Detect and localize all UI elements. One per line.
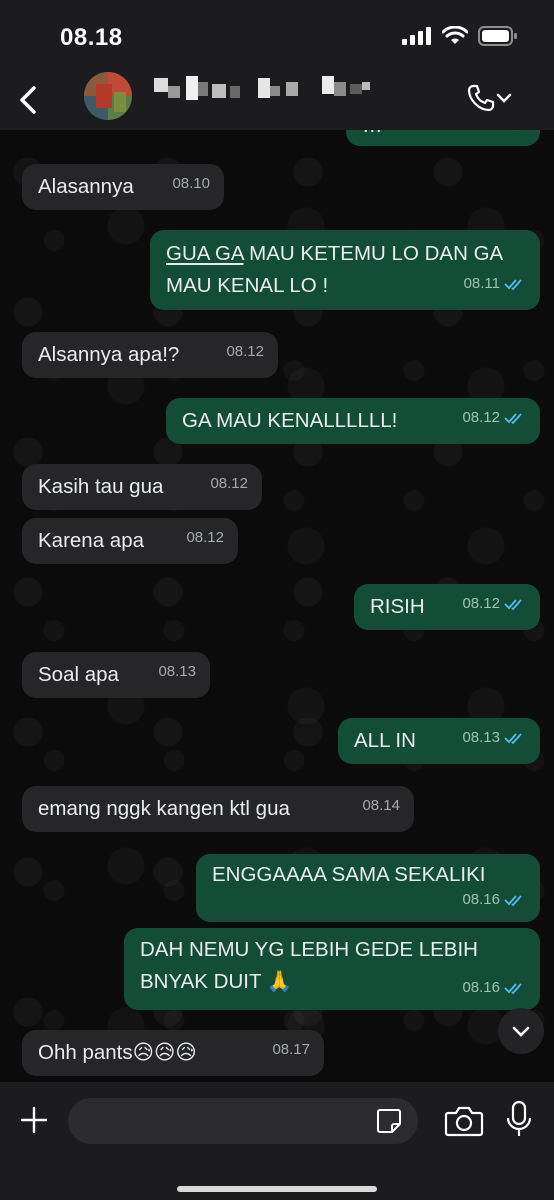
message-time: 08.12 (462, 595, 500, 612)
wifi-icon (442, 26, 468, 44)
message-bubble-incoming[interactable]: Alsannya apa!? 08.12 (22, 332, 278, 378)
sticker-button[interactable] (374, 1106, 404, 1136)
back-button[interactable] (10, 80, 46, 120)
read-receipt-icon (504, 599, 522, 611)
plus-icon (20, 1106, 48, 1134)
message-text: Ohh pants😥😥😥 (38, 1041, 197, 1064)
message-time: 08.13 (462, 729, 500, 746)
pixelated-name (154, 76, 370, 100)
message-bubble-incoming[interactable]: Alasannya 08.10 (22, 164, 224, 210)
message-time: 08.13 (158, 663, 196, 680)
message-meta: 08.17 (272, 1034, 310, 1066)
scroll-to-bottom-button[interactable] (498, 1008, 544, 1054)
status-time: 08.18 (60, 24, 123, 51)
message-time: 08.10 (172, 175, 210, 192)
message-meta: 08.12 (210, 468, 248, 500)
message-text: Alasannya (38, 175, 134, 198)
message-bubble-incoming[interactable]: Ohh pants😥😥😥 08.17 (22, 1030, 324, 1076)
message-text: ENGGAAAA SAMA SEKALIKI (212, 863, 486, 886)
read-receipt-icon (504, 413, 522, 425)
message-meta: 08.16 (462, 972, 526, 1004)
contact-avatar[interactable] (84, 72, 132, 120)
message-meta: 08.11 (464, 268, 526, 300)
message-time: 08.12 (210, 475, 248, 492)
avatar-image (84, 72, 132, 120)
message-time: 08.14 (362, 797, 400, 814)
message-bubble-incoming[interactable]: Karena apa 08.12 (22, 518, 238, 564)
message-bubble-outgoing[interactable]: … 08.10 (346, 130, 540, 146)
message-text: Alsannya apa!? (38, 343, 180, 366)
message-time: 08.12 (226, 343, 264, 360)
voice-call-button[interactable] (466, 78, 522, 118)
message-text: Kasih tau gua (38, 475, 164, 498)
message-bubble-incoming[interactable]: emang nggk kangen ktl gua 08.14 (22, 786, 414, 832)
message-text: DAH NEMU YG LEBIH GEDE LEBIH BNYAK DUIT … (140, 938, 478, 993)
message-bubble-outgoing[interactable]: ALL IN 08.13 (338, 718, 540, 764)
battery-icon (478, 26, 517, 46)
chevron-down-icon (496, 93, 512, 103)
message-meta: 08.13 (158, 656, 196, 688)
underlined-text: GUA GA (166, 242, 244, 265)
message-meta: 08.16 (462, 884, 526, 916)
read-receipt-icon (504, 983, 522, 995)
read-receipt-icon (504, 895, 522, 907)
message-meta: 08.12 (462, 402, 526, 434)
status-icons (402, 26, 518, 46)
attach-button[interactable] (14, 1100, 54, 1140)
message-meta: 08.10 (462, 130, 526, 140)
contact-name-blurred[interactable] (150, 72, 380, 106)
read-receipt-icon (504, 733, 522, 745)
read-receipt-icon (504, 279, 522, 291)
phone-icon (467, 84, 495, 112)
message-bubble-outgoing[interactable]: DAH NEMU YG LEBIH GEDE LEBIH BNYAK DUIT … (124, 928, 540, 1010)
signal-icon (402, 27, 431, 45)
camera-icon (444, 1106, 484, 1137)
message-meta: 08.12 (186, 522, 224, 554)
chat-area: … 08.10 Alasannya 08.10 GUA GA MAU KETEM… (0, 130, 554, 1082)
message-meta: 08.13 (462, 722, 526, 754)
message-time: 08.16 (462, 891, 500, 908)
message-bubble-outgoing[interactable]: ENGGAAAA SAMA SEKALIKI 08.16 (196, 854, 540, 922)
message-bubble-incoming[interactable]: Soal apa 08.13 (22, 652, 210, 698)
message-text: Karena apa (38, 529, 145, 552)
message-input[interactable] (68, 1098, 418, 1144)
message-text: Soal apa (38, 663, 119, 686)
message-bubble-incoming[interactable]: Kasih tau gua 08.12 (22, 464, 262, 510)
message-time: 08.12 (462, 409, 500, 426)
camera-button[interactable] (444, 1104, 484, 1138)
sticker-icon (377, 1109, 401, 1133)
message-time: 08.11 (463, 275, 500, 292)
home-indicator (177, 1186, 377, 1192)
microphone-button[interactable] (504, 1100, 534, 1140)
message-text: … (362, 130, 383, 142)
message-meta: 08.10 (172, 168, 210, 200)
message-time: 08.10 (462, 130, 500, 140)
read-receipt-icon (512, 130, 514, 131)
chevron-left-icon (20, 86, 36, 114)
status-bar: 08.18 (0, 0, 554, 72)
message-bubble-outgoing[interactable]: GUA GA MAU KETEMU LO DAN GA MAU KENAL LO… (150, 230, 540, 310)
message-meta: 08.12 (226, 336, 264, 368)
chevron-down-icon (512, 1026, 530, 1037)
message-meta: 08.12 (462, 588, 526, 620)
composer-bar (0, 1082, 554, 1200)
message-time: 08.16 (462, 979, 500, 996)
message-time: 08.12 (186, 529, 224, 546)
chat-header (0, 72, 554, 130)
message-bubble-outgoing[interactable]: GA MAU KENALLLLLL! 08.12 (166, 398, 540, 444)
microphone-icon (506, 1100, 532, 1136)
message-text: emang nggk kangen ktl gua (38, 797, 290, 820)
message-text: RISIH (370, 595, 425, 618)
message-text: GA MAU KENALLLLLL! (182, 409, 398, 432)
message-time: 08.17 (272, 1041, 310, 1058)
message-meta: 08.14 (362, 790, 400, 822)
message-bubble-outgoing[interactable]: RISIH 08.12 (354, 584, 540, 630)
message-text: ALL IN (354, 729, 416, 752)
